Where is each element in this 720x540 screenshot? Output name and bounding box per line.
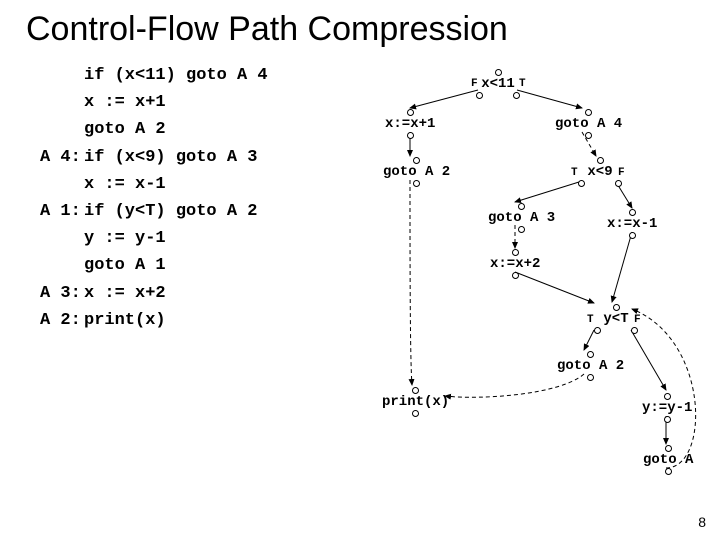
edge-label-T: T	[571, 167, 578, 179]
page-title: Control-Flow Path Compression	[0, 0, 720, 49]
code-line: x := x+1	[84, 89, 166, 116]
code-line: goto A 1	[84, 252, 166, 279]
code-label: A 3:	[40, 280, 84, 307]
code-label: A 4:	[40, 144, 84, 171]
code-listing: if (x<11) goto A 4 x := x+1 goto A 2 A 4…	[40, 62, 268, 334]
node-cond-x-lt-9: x<9	[578, 156, 622, 187]
edge-label-F: F	[618, 167, 625, 179]
edge-label-F: F	[634, 314, 641, 326]
code-line: print(x)	[84, 307, 166, 334]
code-line: x := x-1	[84, 171, 166, 198]
edge-label-T: T	[587, 314, 594, 326]
page-number: 8	[698, 514, 706, 530]
node-assign-x-minus-1: x:=x-1	[607, 208, 657, 240]
code-line: goto A 2	[84, 116, 166, 143]
code-line: y := y-1	[84, 225, 166, 252]
node-goto-A4: goto A 4	[555, 108, 622, 140]
code-label: A 2:	[40, 307, 84, 334]
code-label: A 1:	[40, 198, 84, 225]
node-print-x: print(x)	[382, 386, 449, 418]
node-goto-A2-a: goto A 2	[383, 156, 450, 188]
code-line: if (y<T) goto A 2	[84, 198, 257, 225]
node-goto-A3: goto A 3	[488, 202, 555, 234]
code-line: if (x<11) goto A 4	[84, 62, 268, 89]
node-assign-x-plus-2: x:=x+2	[490, 248, 540, 280]
node-cond-x-lt-11: x<11	[476, 68, 520, 99]
node-assign-x-plus-1: x:=x+1	[385, 108, 435, 140]
node-goto-A2-b: goto A 2	[557, 350, 624, 382]
flow-graph: x<11 F T x:=x+1 goto A 2 goto A 4 x<9 T …	[350, 60, 720, 490]
node-assign-y-minus-1: y:=y-1	[642, 392, 692, 424]
edge-label-F: F	[471, 78, 478, 90]
edge-label-T: T	[519, 78, 526, 90]
code-line: if (x<9) goto A 3	[84, 144, 257, 171]
node-cond-y-lt-T: y<T	[594, 303, 638, 334]
code-line: x := x+2	[84, 280, 166, 307]
node-goto-A: goto A	[643, 444, 693, 476]
